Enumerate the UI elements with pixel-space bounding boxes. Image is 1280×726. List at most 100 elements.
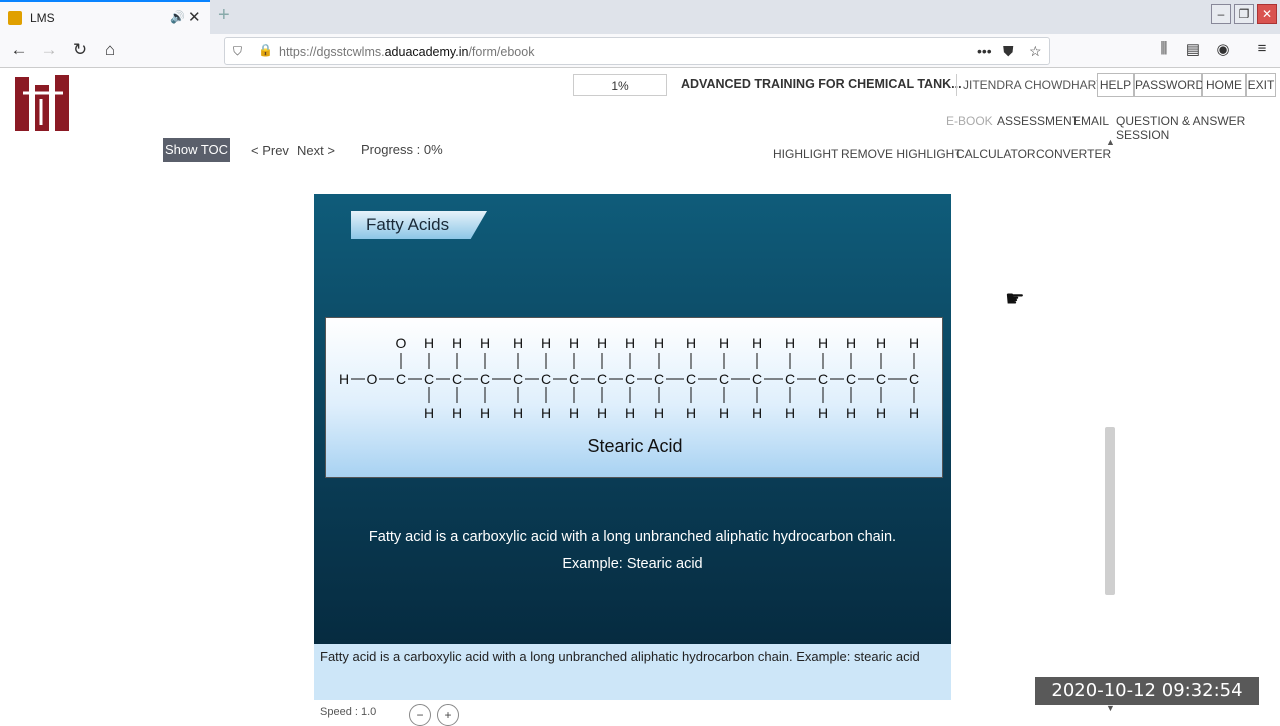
formula-atom-top: H xyxy=(654,335,664,351)
formula-atom-top: H xyxy=(909,335,919,351)
speaker-icon[interactable]: 🔊 xyxy=(170,10,185,24)
tab-title: LMS xyxy=(30,11,55,25)
restore-icon[interactable]: ❐ xyxy=(1234,4,1254,24)
url-domain: aduacademy.in xyxy=(384,45,469,59)
converter-button[interactable]: CONVERTER xyxy=(1036,147,1111,161)
url-text[interactable]: https://dgsstcwlms.aduacademy.in/form/eb… xyxy=(279,45,534,59)
mouse-cursor-icon: ☛ xyxy=(1005,286,1025,311)
formula-atom-top: H xyxy=(876,335,886,351)
window-close-icon[interactable]: ✕ xyxy=(1257,4,1277,24)
formula-atom: C xyxy=(876,371,886,387)
formula-atom-top: O xyxy=(396,335,407,351)
speed-increase-icon[interactable]: + xyxy=(437,704,459,726)
formula-atom-top: H xyxy=(513,335,523,351)
pocket-icon[interactable]: ⛊ xyxy=(1003,43,1014,60)
formula-atom: C xyxy=(818,371,828,387)
lock-icon[interactable]: 🔒 xyxy=(258,43,273,57)
help-button[interactable]: HELP xyxy=(1097,73,1134,97)
menu-icon[interactable]: ≡ xyxy=(1251,40,1273,57)
page-scrollbar[interactable]: ▲ ▼ xyxy=(1102,137,1118,715)
back-icon[interactable]: ← xyxy=(8,40,30,60)
calculator-button[interactable]: CALCULATOR xyxy=(956,147,1036,161)
library-icon[interactable]: ⫼ xyxy=(1153,40,1175,57)
minimize-icon[interactable]: – xyxy=(1211,4,1231,24)
lms-favicon-icon xyxy=(8,11,22,25)
formula-atom: C xyxy=(424,371,434,387)
formula-atom: C xyxy=(569,371,579,387)
address-bar[interactable]: ⛉ 🔒 https://dgsstcwlms.aduacademy.in/for… xyxy=(224,37,1050,65)
sidebar-icon[interactable]: ▤ xyxy=(1182,40,1204,58)
home-button[interactable]: HOME xyxy=(1202,73,1246,97)
formula-atom: C xyxy=(752,371,762,387)
next-button[interactable]: Next > xyxy=(297,143,335,158)
shield-icon[interactable]: ⛉ xyxy=(233,44,242,59)
prev-button[interactable]: < Prev xyxy=(251,143,289,158)
formula-atom-bottom: H xyxy=(846,405,856,421)
formula-atom: C xyxy=(909,371,919,387)
formula-atom: C xyxy=(719,371,729,387)
menu-ebook[interactable]: E-BOOK xyxy=(946,114,993,128)
formula-atom-top: H xyxy=(424,335,434,351)
url-path: /form/ebook xyxy=(468,45,535,59)
formula-atom-bottom: H xyxy=(452,405,462,421)
formula-atom-top: H xyxy=(818,335,828,351)
formula-atom-top: H xyxy=(597,335,607,351)
formula-atom: C xyxy=(541,371,551,387)
speed-decrease-icon[interactable]: − xyxy=(409,704,431,726)
more-actions-icon[interactable]: ••• xyxy=(977,43,992,59)
formula-atom-bottom: H xyxy=(719,405,729,421)
formula-atom: C xyxy=(513,371,523,387)
formula-atom-bottom: H xyxy=(597,405,607,421)
page-progress: Progress : 0% xyxy=(361,142,443,157)
formula-atom-bottom: H xyxy=(876,405,886,421)
formula-atom-top: H xyxy=(625,335,635,351)
formula-atom-bottom: H xyxy=(785,405,795,421)
user-name: JITENDRA CHOWDHARY xyxy=(956,74,1110,96)
formula-atom-top: H xyxy=(719,335,729,351)
url-prefix: https://dgsstcwlms. xyxy=(279,45,385,59)
exit-button[interactable]: EXIT xyxy=(1246,73,1276,97)
account-icon[interactable]: ◉ xyxy=(1212,40,1234,58)
formula-atom: C xyxy=(480,371,490,387)
formula-atom-bottom: H xyxy=(654,405,664,421)
menu-qa-session[interactable]: QUESTION & ANSWER SESSION xyxy=(1116,114,1280,142)
show-toc-button[interactable]: Show TOC xyxy=(163,138,230,162)
bookmark-star-icon[interactable]: ☆ xyxy=(1029,43,1042,60)
formula-atom: C xyxy=(654,371,664,387)
formula-atom-top: H xyxy=(846,335,856,351)
scrollbar-thumb[interactable] xyxy=(1105,427,1115,595)
menu-email[interactable]: EMAIL xyxy=(1073,114,1109,128)
diagram-caption: Stearic Acid xyxy=(587,436,683,456)
password-button[interactable]: PASSWORD xyxy=(1134,73,1204,97)
highlight-button[interactable]: HIGHLIGHT xyxy=(773,147,838,161)
reload-icon[interactable]: ↻ xyxy=(69,40,91,60)
recording-timestamp: 2020-10-12 09:32:54 xyxy=(1035,677,1259,705)
formula-atom: C xyxy=(396,371,406,387)
home-icon[interactable]: ⌂ xyxy=(99,40,121,60)
formula-atom-bottom: H xyxy=(818,405,828,421)
menu-assessment[interactable]: ASSESSMENT xyxy=(997,114,1079,128)
lms-logo-icon[interactable] xyxy=(13,73,75,133)
slide-topic-tag: Fatty Acids xyxy=(351,211,487,239)
slide-definition: Fatty acid is a carboxylic acid with a l… xyxy=(368,529,897,545)
formula-atom: O xyxy=(367,371,378,387)
ebook-toolbar: Show TOC < Prev Next > Progress : 0% HIG… xyxy=(160,137,1111,165)
formula-atom-top: H xyxy=(686,335,696,351)
remove-highlight-button[interactable]: REMOVE HIGHLIGHT xyxy=(841,147,962,161)
formula-atom-top: H xyxy=(785,335,795,351)
formula-atom: C xyxy=(452,371,462,387)
formula-atom: C xyxy=(785,371,795,387)
formula-atom-top: H xyxy=(480,335,490,351)
formula-atom-bottom: H xyxy=(752,405,762,421)
slide-example: Example: Stearic acid xyxy=(562,556,703,572)
scroll-up-icon[interactable]: ▲ xyxy=(1106,137,1115,147)
new-tab-icon[interactable]: + xyxy=(218,4,230,27)
close-tab-icon[interactable]: ✕ xyxy=(188,8,201,26)
formula-atom-top: H xyxy=(569,335,579,351)
formula-atom-top: H xyxy=(541,335,551,351)
forward-icon[interactable]: → xyxy=(38,40,60,60)
formula-atom: C xyxy=(846,371,856,387)
nav-bar: ← → ↻ ⌂ ⛉ 🔒 https://dgsstcwlms.aduacadem… xyxy=(0,34,1280,68)
course-progress-percent: 1% xyxy=(573,74,667,96)
browser-tab[interactable]: LMS 🔊 ✕ xyxy=(0,0,210,34)
